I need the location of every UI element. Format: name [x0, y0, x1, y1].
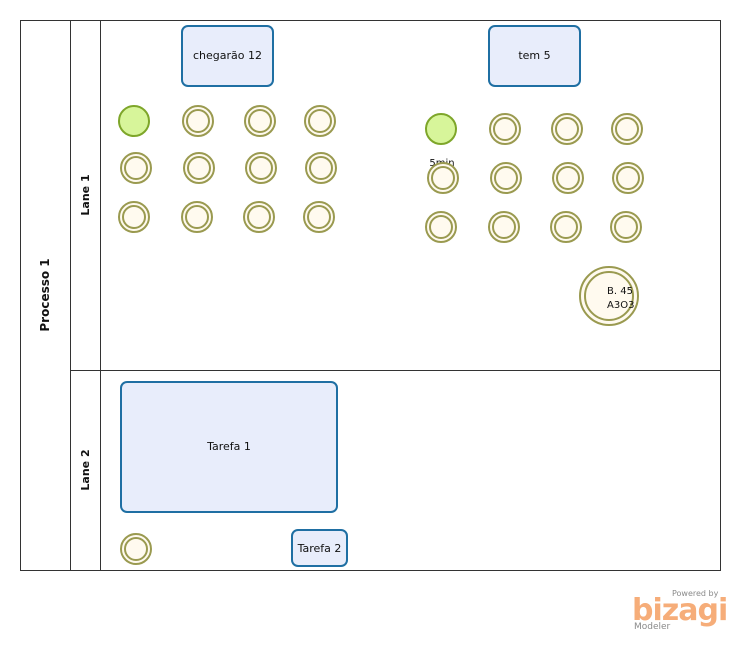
intermediate-event[interactable] [305, 152, 337, 184]
intermediate-event[interactable] [610, 211, 642, 243]
intermediate-event[interactable] [551, 113, 583, 145]
task-tarefa2[interactable]: Tarefa 2 [291, 529, 348, 567]
intermediate-event[interactable] [120, 533, 152, 565]
lane-label-2[interactable]: Lane 2 [79, 449, 92, 490]
task-tem5[interactable]: tem 5 [488, 25, 581, 87]
intermediate-event[interactable] [425, 211, 457, 243]
intermediate-event-large-label-2: A3O3 [607, 300, 634, 311]
intermediate-event[interactable] [427, 162, 459, 194]
task-chegarao-label: chegarão 12 [193, 49, 262, 62]
intermediate-event[interactable] [183, 152, 215, 184]
intermediate-event[interactable] [182, 105, 214, 137]
task-tarefa2-label: Tarefa 2 [297, 542, 342, 555]
intermediate-event[interactable] [550, 211, 582, 243]
intermediate-event[interactable] [488, 211, 520, 243]
intermediate-event[interactable] [118, 201, 150, 233]
intermediate-event[interactable] [243, 201, 275, 233]
intermediate-event[interactable] [612, 162, 644, 194]
intermediate-event[interactable] [181, 201, 213, 233]
start-event-right[interactable] [425, 113, 457, 145]
task-tarefa1-label: Tarefa 1 [206, 440, 251, 453]
intermediate-event-large[interactable]: B. 45 A3O3 [579, 266, 639, 326]
task-tem5-label: tem 5 [518, 49, 550, 62]
modeler-text: Modeler [634, 622, 671, 632]
intermediate-event[interactable] [490, 162, 522, 194]
pool-label[interactable]: Processo 1 [38, 258, 52, 331]
lane-label-1[interactable]: Lane 1 [79, 174, 92, 215]
intermediate-event[interactable] [120, 152, 152, 184]
intermediate-event[interactable] [489, 113, 521, 145]
task-tarefa1[interactable]: Tarefa 1 [120, 381, 338, 513]
intermediate-event[interactable] [304, 105, 336, 137]
intermediate-event[interactable] [245, 152, 277, 184]
intermediate-event[interactable] [611, 113, 643, 145]
intermediate-event-large-label-1: B. 45 [607, 286, 633, 297]
intermediate-event[interactable] [303, 201, 335, 233]
start-event-left[interactable] [118, 105, 150, 137]
process-diagram: Processo 1 Lane 1 Lane 2 chegarão 12 tem… [20, 20, 721, 571]
task-chegarao[interactable]: chegarão 12 [181, 25, 274, 87]
bizagi-logo: Powered by bizagi Modeler [632, 589, 728, 634]
intermediate-event[interactable] [244, 105, 276, 137]
intermediate-event[interactable] [552, 162, 584, 194]
